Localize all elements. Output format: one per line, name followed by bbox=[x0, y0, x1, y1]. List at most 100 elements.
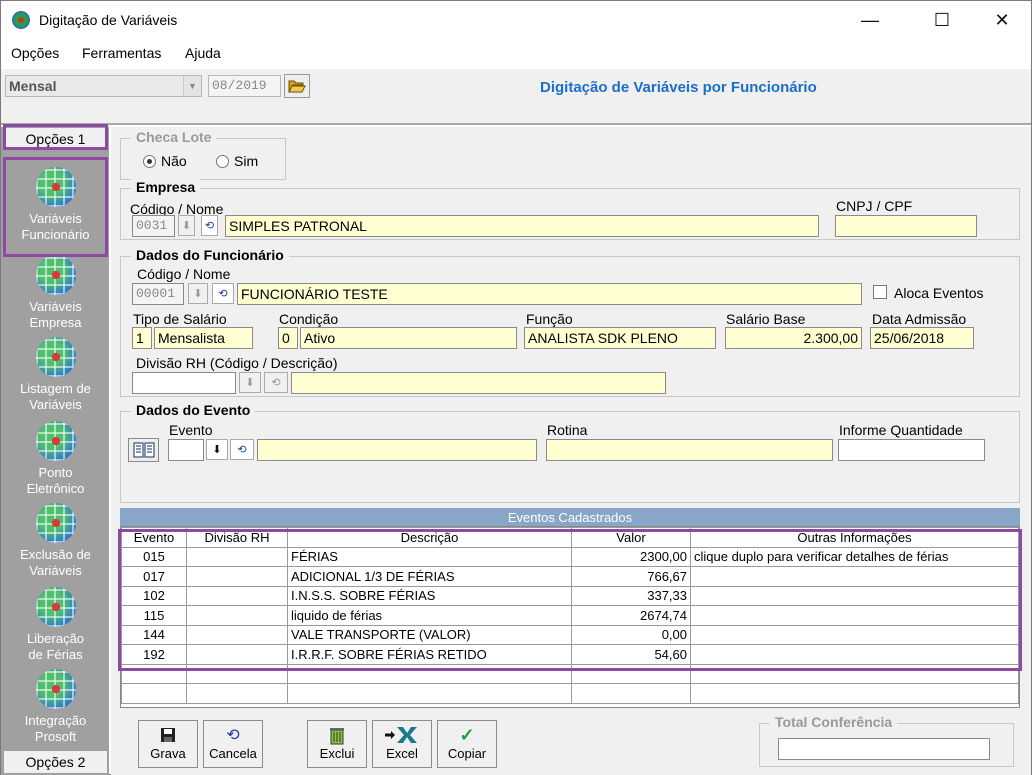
sidebar-item-label: Variáveis bbox=[29, 397, 82, 412]
cell-valor: 54,60 bbox=[571, 644, 691, 665]
tipo-salario-text[interactable]: Mensalista bbox=[154, 327, 253, 349]
radio-unchecked-icon bbox=[216, 155, 229, 168]
column-header[interactable]: Descrição bbox=[287, 527, 572, 548]
total-input[interactable] bbox=[778, 738, 990, 760]
column-header[interactable]: Outras Informações bbox=[690, 527, 1019, 548]
app-window: Digitação de Variáveis — ☐ ✕ Opções Ferr… bbox=[0, 0, 1032, 775]
copiar-button[interactable]: ✓ Copiar bbox=[437, 720, 497, 768]
globe-icon bbox=[35, 255, 76, 295]
undo-icon[interactable]: ⟲ bbox=[212, 283, 234, 304]
sidebar-item-variaveis-empresa[interactable]: Variáveis Empresa bbox=[4, 255, 107, 331]
evento-code-input[interactable] bbox=[168, 439, 204, 461]
menu-ajuda[interactable]: Ajuda bbox=[185, 45, 221, 61]
cell-evento: 144 bbox=[121, 624, 187, 645]
app-globe-icon bbox=[12, 11, 30, 29]
title-bar: Digitação de Variáveis — ☐ ✕ bbox=[1, 1, 1031, 39]
table-row[interactable]: 102 I.N.S.S. SOBRE FÉRIAS 337,33 bbox=[121, 585, 1019, 606]
column-header[interactable]: Divisão RH bbox=[186, 527, 288, 548]
cell-descricao: liquido de férias bbox=[287, 605, 572, 626]
data-admissao-label: Data Admissão bbox=[872, 311, 967, 327]
menu-opcoes[interactable]: Opções bbox=[11, 45, 59, 61]
check-icon: ✓ bbox=[459, 724, 475, 745]
download-arrow-icon[interactable]: ⬇ bbox=[206, 439, 228, 460]
maximize-button[interactable]: ☐ bbox=[919, 1, 965, 39]
tipo-salario-code[interactable]: 1 bbox=[132, 327, 152, 349]
sidebar-item-variaveis-funcionario[interactable]: Variáveis Funcionário bbox=[4, 167, 107, 243]
column-header[interactable]: Valor bbox=[571, 527, 691, 548]
undo-icon[interactable]: ⟲ bbox=[264, 372, 288, 393]
cnpj-input[interactable] bbox=[835, 215, 977, 237]
radio-sim[interactable]: Sim bbox=[216, 153, 258, 169]
divisao-rh-desc-input[interactable] bbox=[291, 372, 666, 394]
download-arrow-icon[interactable]: ⬇ bbox=[239, 372, 261, 393]
period-select[interactable]: Mensal ▼ bbox=[5, 75, 202, 97]
evento-desc-input[interactable] bbox=[257, 439, 537, 461]
period-select-value: Mensal bbox=[9, 78, 57, 94]
divisao-rh-label: Divisão RH (Código / Descrição) bbox=[136, 355, 338, 371]
condicao-code[interactable]: 0 bbox=[278, 327, 298, 349]
condicao-text[interactable]: Ativo bbox=[300, 327, 517, 349]
sidebar-item-label: Variáveis bbox=[29, 563, 82, 578]
exclui-label: Exclui bbox=[319, 746, 355, 761]
sidebar: Opções 1 Variáveis Funcionário Variáveis… bbox=[1, 127, 109, 775]
download-arrow-icon[interactable]: ⬇ bbox=[178, 215, 195, 236]
undo-icon[interactable]: ⟲ bbox=[201, 215, 218, 236]
table-row[interactable]: 015 FÉRIAS 2300,00 clique duplo para ver… bbox=[121, 546, 1019, 567]
sidebar-item-liberacao-ferias[interactable]: Liberação de Férias bbox=[4, 587, 107, 663]
table-row[interactable]: 115 liquido de férias 2674,74 bbox=[121, 605, 1019, 626]
funcao-label: Função bbox=[526, 311, 573, 327]
tab-opcoes-1[interactable]: Opções 1 bbox=[4, 128, 107, 150]
column-header[interactable]: Evento bbox=[121, 527, 187, 548]
undo-icon[interactable]: ⟲ bbox=[230, 439, 254, 460]
sidebar-item-ponto-eletronico[interactable]: Ponto Eletrônico bbox=[4, 421, 107, 497]
book-button[interactable] bbox=[128, 438, 159, 462]
tab-opcoes-2[interactable]: Opções 2 bbox=[4, 751, 107, 773]
download-arrow-icon[interactable]: ⬇ bbox=[188, 283, 208, 304]
events-table[interactable]: Evento Divisão RH Descrição Valor Outras… bbox=[120, 526, 1020, 708]
sidebar-item-label: Empresa bbox=[29, 315, 82, 330]
minimize-button[interactable]: — bbox=[847, 1, 893, 39]
chevron-down-icon[interactable]: ▼ bbox=[183, 76, 201, 96]
exclui-button[interactable]: Exclui bbox=[307, 720, 367, 768]
data-admissao-input[interactable]: 25/06/2018 bbox=[870, 327, 974, 349]
divisao-rh-code-input[interactable] bbox=[132, 372, 236, 394]
checa-lote-group: Checa Lote Não Sim bbox=[120, 129, 286, 180]
cell-evento: 015 bbox=[121, 546, 187, 567]
salario-base-label: Salário Base bbox=[726, 311, 806, 327]
funcao-input[interactable]: ANALISTA SDK PLENO bbox=[524, 327, 716, 349]
quantidade-input[interactable] bbox=[838, 439, 985, 461]
rotina-input[interactable] bbox=[546, 439, 833, 461]
trash-icon bbox=[330, 728, 344, 745]
aloca-eventos-checkbox[interactable] bbox=[873, 285, 887, 299]
total-title: Total Conferência bbox=[770, 714, 898, 730]
grava-button[interactable]: Grava bbox=[138, 720, 198, 768]
funcionario-name-input[interactable]: FUNCIONÁRIO TESTE bbox=[237, 283, 862, 305]
table-row-empty[interactable] bbox=[121, 663, 1019, 684]
radio-nao[interactable]: Não bbox=[143, 153, 187, 169]
empresa-name-input[interactable]: SIMPLES PATRONAL bbox=[225, 215, 819, 237]
open-folder-button[interactable] bbox=[284, 74, 310, 98]
sidebar-item-label: Prosoft bbox=[34, 729, 77, 744]
folder-open-icon bbox=[288, 80, 306, 93]
sidebar-item-label: Exclusão de bbox=[20, 547, 91, 562]
cancela-button[interactable]: ⟲ Cancela bbox=[203, 720, 263, 768]
sidebar-item-listagem-variaveis[interactable]: Listagem de Variáveis bbox=[4, 337, 107, 413]
table-row-empty[interactable] bbox=[121, 683, 1019, 704]
excel-label: Excel bbox=[386, 746, 418, 761]
cell-evento: 102 bbox=[121, 585, 187, 606]
menu-ferramentas[interactable]: Ferramentas bbox=[82, 45, 161, 61]
cnpj-label: CNPJ / CPF bbox=[836, 198, 913, 214]
table-row[interactable]: 017 ADICIONAL 1/3 DE FÉRIAS 766,67 bbox=[121, 566, 1019, 587]
sidebar-item-integracao-prosoft[interactable]: Integração Prosoft bbox=[4, 669, 107, 745]
excel-icon bbox=[385, 727, 417, 743]
sidebar-item-exclusao-variaveis[interactable]: Exclusão de Variáveis bbox=[4, 503, 107, 579]
empresa-code-input[interactable]: 0031 bbox=[132, 215, 175, 237]
salario-base-input[interactable]: 2.300,00 bbox=[725, 327, 862, 349]
competence-date-input[interactable]: 08/2019 bbox=[208, 75, 281, 97]
table-row[interactable]: 192 I.R.R.F. SOBRE FÉRIAS RETIDO 54,60 bbox=[121, 644, 1019, 665]
table-row[interactable]: 144 VALE TRANSPORTE (VALOR) 0,00 bbox=[121, 624, 1019, 645]
radio-sim-label: Sim bbox=[234, 153, 259, 169]
close-button[interactable]: ✕ bbox=[979, 1, 1025, 39]
excel-button[interactable]: Excel bbox=[372, 720, 432, 768]
funcionario-code-input[interactable]: 00001 bbox=[132, 283, 184, 305]
